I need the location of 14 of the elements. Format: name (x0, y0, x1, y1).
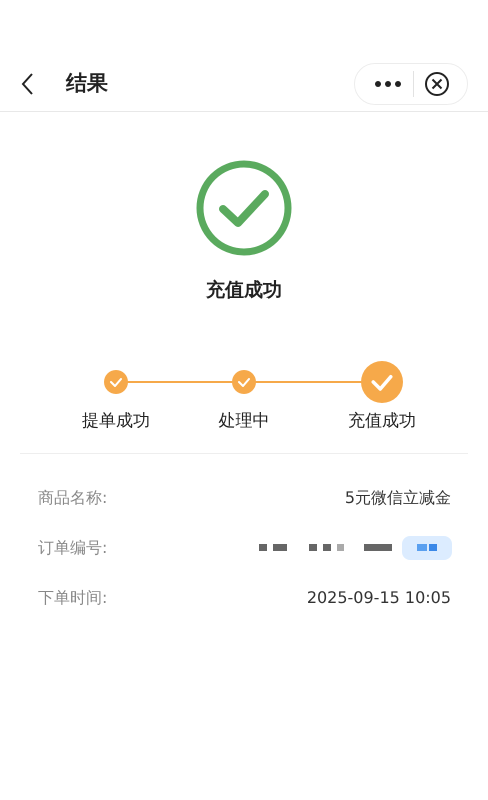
detail-label: 下单时间: (38, 586, 108, 608)
close-icon[interactable] (424, 70, 450, 96)
detail-label: 商品名称: (38, 486, 108, 508)
more-icon[interactable] (375, 80, 401, 86)
success-check-icon (196, 160, 292, 256)
detail-value: 2025-09-15 10:05 (306, 586, 451, 608)
step-label: 提单成功 (82, 410, 150, 432)
detail-value: 5元微信立减金 (344, 486, 451, 508)
back-icon[interactable] (20, 72, 34, 96)
detail-label: 订单编号: (38, 536, 108, 558)
step-label: 充值成功 (348, 410, 416, 432)
status-text: 充值成功 (206, 278, 282, 303)
step-label: 处理中 (218, 410, 270, 432)
page-title: 结果 (66, 70, 108, 97)
